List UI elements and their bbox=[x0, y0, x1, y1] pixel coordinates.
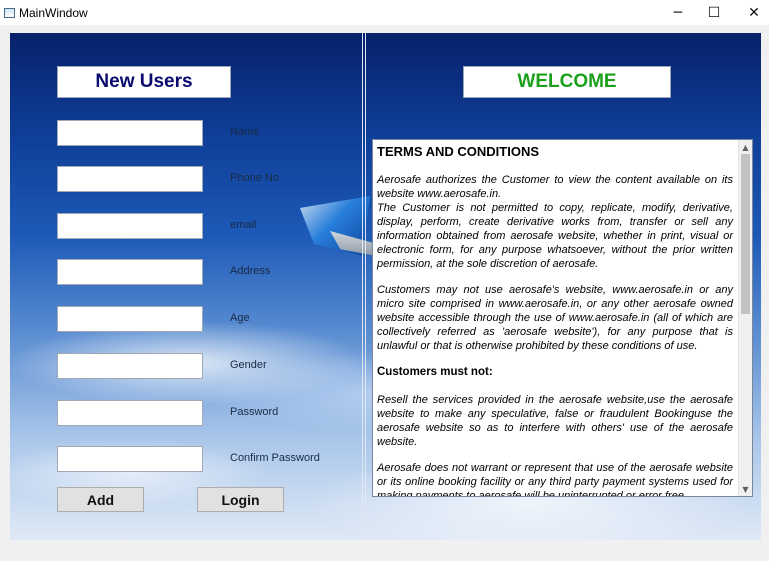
close-button[interactable]: ✕ bbox=[734, 0, 769, 25]
scroll-up-arrow-icon[interactable]: ▲ bbox=[739, 140, 752, 154]
confirm-password-label: Confirm Password bbox=[230, 452, 320, 464]
terms-paragraph: Customers may not use aerosafe's website… bbox=[377, 284, 733, 352]
window-title: MainWindow bbox=[19, 5, 88, 20]
background-sky-image: New Users Name Phone No email Address Ag… bbox=[10, 33, 761, 540]
password-label: Password bbox=[230, 406, 279, 418]
age-input[interactable] bbox=[57, 306, 203, 332]
add-button[interactable]: Add bbox=[57, 487, 144, 512]
gender-label: Gender bbox=[230, 359, 267, 371]
phone-label: Phone No bbox=[230, 172, 279, 184]
panel-divider bbox=[362, 33, 366, 540]
age-label: Age bbox=[230, 312, 250, 324]
terms-paragraph: Aerosafe does not warrant or represent t… bbox=[377, 462, 733, 496]
terms-paragraph: Aerosafe authorizes the Customer to view… bbox=[377, 174, 733, 200]
scroll-down-arrow-icon[interactable]: ▼ bbox=[739, 482, 752, 496]
confirm-password-input[interactable] bbox=[57, 446, 203, 472]
name-label: Name bbox=[230, 126, 260, 138]
title-bar: MainWindow ─ ☐ ✕ bbox=[0, 0, 769, 25]
terms-subheading: Customers must not: bbox=[377, 366, 493, 378]
scrollbar-thumb[interactable] bbox=[741, 154, 750, 314]
terms-text-box[interactable]: TERMS AND CONDITIONS Aerosafe authorizes… bbox=[372, 139, 753, 497]
terms-content: TERMS AND CONDITIONS Aerosafe authorizes… bbox=[373, 140, 737, 496]
welcome-heading: WELCOME bbox=[463, 66, 671, 98]
maximize-button[interactable]: ☐ bbox=[694, 0, 734, 25]
email-input[interactable] bbox=[57, 213, 203, 239]
terms-scrollbar[interactable]: ▲ ▼ bbox=[738, 140, 752, 496]
gender-input[interactable] bbox=[57, 353, 203, 379]
address-input[interactable] bbox=[57, 259, 203, 285]
login-button[interactable]: Login bbox=[197, 487, 284, 512]
new-users-heading: New Users bbox=[57, 66, 231, 98]
name-input[interactable] bbox=[57, 120, 203, 146]
terms-title: TERMS AND CONDITIONS bbox=[377, 144, 540, 159]
terms-paragraph: Resell the services provided in the aero… bbox=[377, 394, 733, 448]
password-input[interactable] bbox=[57, 400, 203, 426]
phone-input[interactable] bbox=[57, 166, 203, 192]
minimize-button[interactable]: ─ bbox=[658, 0, 698, 25]
terms-paragraph: The Customer is not permitted to copy, r… bbox=[377, 202, 733, 270]
address-label: Address bbox=[230, 265, 271, 277]
email-label: email bbox=[230, 219, 257, 231]
app-window-icon bbox=[4, 7, 15, 18]
